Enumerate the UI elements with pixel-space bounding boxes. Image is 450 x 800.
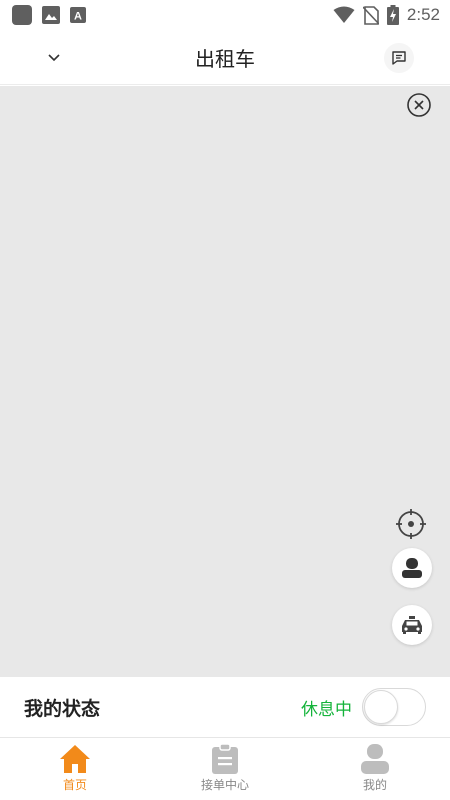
status-text: 休息中 xyxy=(301,699,352,720)
person-icon xyxy=(361,744,389,774)
driver-profile-button[interactable] xyxy=(392,548,432,588)
tab-order-center[interactable]: 接单中心 xyxy=(150,738,300,800)
no-sim-icon xyxy=(362,5,379,25)
message-icon xyxy=(392,51,406,65)
map-view[interactable] xyxy=(0,86,450,677)
close-button[interactable] xyxy=(406,92,432,118)
clipboard-icon xyxy=(212,744,238,774)
tab-order-center-label: 接单中心 xyxy=(200,778,249,792)
font-icon: A xyxy=(70,7,86,23)
notification-icons: A xyxy=(12,5,86,25)
svg-text:A: A xyxy=(74,11,82,23)
status-label: 我的状态 xyxy=(24,697,101,720)
home-icon xyxy=(60,745,90,773)
status-control: 休息中 xyxy=(301,688,426,726)
clock-time: 2:52 xyxy=(406,5,440,24)
locate-button[interactable] xyxy=(395,508,427,540)
tab-mine[interactable]: 我的 xyxy=(300,738,450,800)
wifi-icon xyxy=(333,6,355,23)
system-icons: 2:52 xyxy=(333,5,440,25)
chevron-down-icon xyxy=(48,54,60,62)
car-icon xyxy=(402,616,422,634)
message-button[interactable] xyxy=(384,43,414,73)
driver-status-bar: 我的状态 休息中 xyxy=(0,677,450,737)
work-status-toggle[interactable] xyxy=(362,688,426,726)
toggle-knob xyxy=(364,690,398,724)
crosshair-icon xyxy=(396,509,426,539)
taxi-button[interactable] xyxy=(392,605,432,645)
tab-home[interactable]: 首页 xyxy=(0,738,150,800)
close-circle-icon xyxy=(407,93,431,117)
city-dropdown[interactable] xyxy=(42,46,66,70)
image-icon xyxy=(42,6,60,24)
app-header: 出租车 xyxy=(0,30,450,85)
tab-mine-label: 我的 xyxy=(362,778,387,792)
bottom-tab-bar: 首页 接单中心 我的 xyxy=(0,737,450,800)
page-title: 出租车 xyxy=(195,46,255,71)
tab-home-label: 首页 xyxy=(62,778,87,792)
app-square-icon xyxy=(12,5,32,25)
status-bar: A 2:52 xyxy=(0,0,450,30)
driver-icon xyxy=(402,558,422,578)
battery-charging-icon xyxy=(386,5,399,25)
